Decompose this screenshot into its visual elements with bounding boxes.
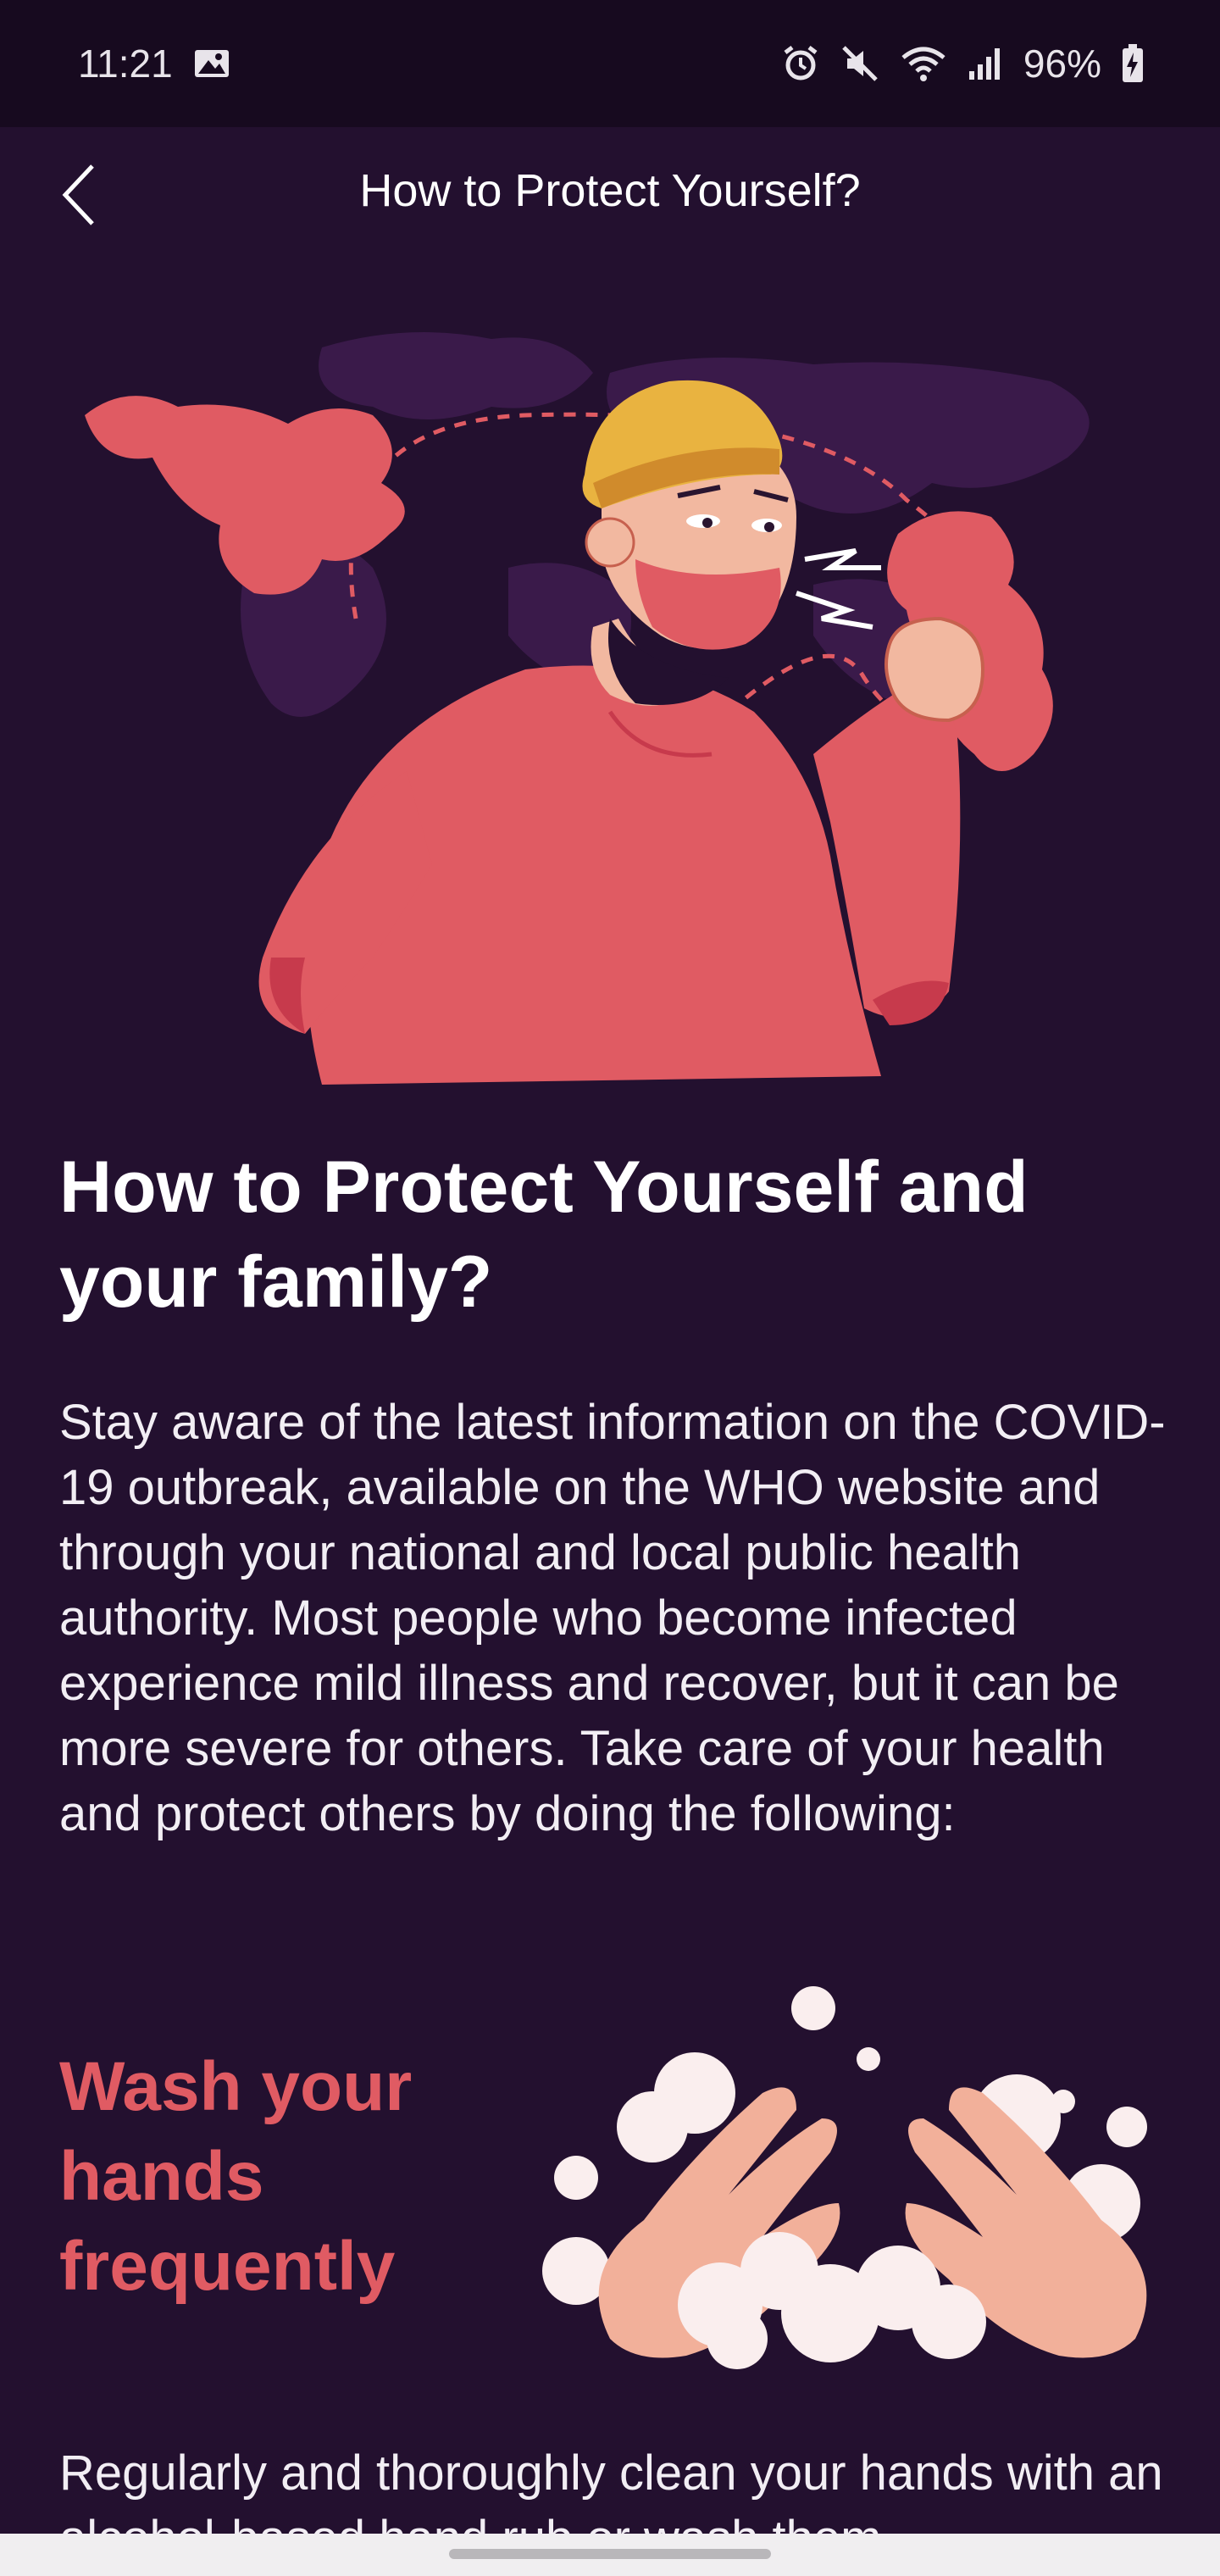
image-icon — [193, 47, 230, 80]
navigation-bar — [0, 2534, 1220, 2576]
tip-title: Wash your hands frequently — [59, 2048, 413, 2305]
main-heading: How to Protect Yourself and your family? — [59, 1146, 1029, 1323]
home-indicator[interactable] — [449, 2549, 771, 2559]
fist — [884, 616, 985, 723]
soapy-hands-illustration — [542, 1983, 1169, 2373]
status-right: 96% — [781, 41, 1144, 86]
battery-charging-icon — [1122, 44, 1144, 83]
status-bar: 11:21 96% — [0, 0, 1220, 127]
signal-icon — [968, 46, 1003, 81]
app-header: How to Protect Yourself? — [0, 127, 1220, 263]
hero-illustration — [51, 314, 1169, 1093]
wifi-icon — [900, 44, 947, 83]
mute-icon — [840, 44, 879, 83]
status-left: 11:21 — [78, 41, 230, 86]
status-time: 11:21 — [78, 42, 173, 86]
alarm-icon — [781, 44, 820, 83]
page-title: How to Protect Yourself? — [359, 165, 861, 216]
battery-percent: 96% — [1023, 42, 1101, 86]
intro-paragraph: Stay aware of the latest information on … — [59, 1395, 1166, 1841]
